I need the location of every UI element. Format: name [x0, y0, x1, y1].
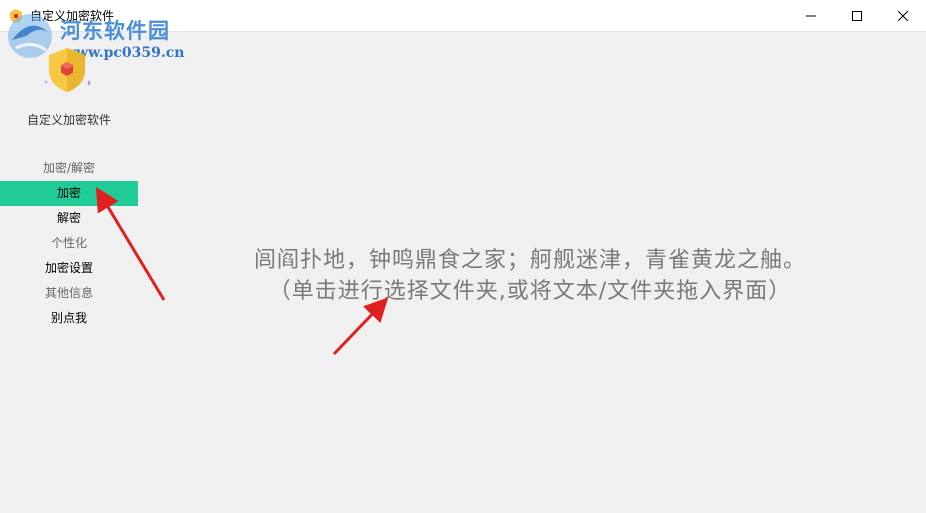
minimize-icon [806, 15, 816, 16]
nav-group-personalize: 个性化 [50, 236, 87, 250]
nav-group-encrypt-decrypt: 加密/解密 [42, 161, 96, 175]
app-name: 自定义加密软件 [26, 113, 111, 127]
drop-hint-text: （单击进行选择文件夹,或将文本/文件夹拖入界面） [268, 279, 792, 304]
nav-group-other-info: 其他信息 [44, 286, 93, 300]
nav-item-encrypt[interactable]: 加密 [0, 181, 138, 206]
maximize-button[interactable] [834, 0, 880, 31]
quote-text: 闾阎扑地，钟鸣鼎食之家；舸舰迷津，青雀黄龙之舳。 [253, 248, 806, 273]
minimize-button[interactable] [788, 0, 834, 31]
nav-item-dont-click[interactable]: 别点我 [0, 306, 138, 331]
watermark: 河东软件园 www.pc0359.cn [0, 6, 200, 66]
sidebar-nav: 加密/解密 加密 解密 个性化 加密设置 其他信息 别点我 [0, 156, 138, 331]
shield-logo-icon [44, 48, 93, 92]
nav-item-decrypt[interactable]: 解密 [0, 206, 138, 231]
close-icon [898, 10, 908, 21]
maximize-icon [852, 10, 862, 21]
watermark-title: 河东软件园 [60, 18, 170, 43]
drop-zone[interactable]: 闾阎扑地，钟鸣鼎食之家；舸舰迷津，青雀黄龙之舳。 （单击进行选择文件夹,或将文本… [150, 200, 910, 360]
nav-item-encrypt-settings[interactable]: 加密设置 [0, 256, 138, 281]
close-button[interactable] [880, 0, 926, 31]
